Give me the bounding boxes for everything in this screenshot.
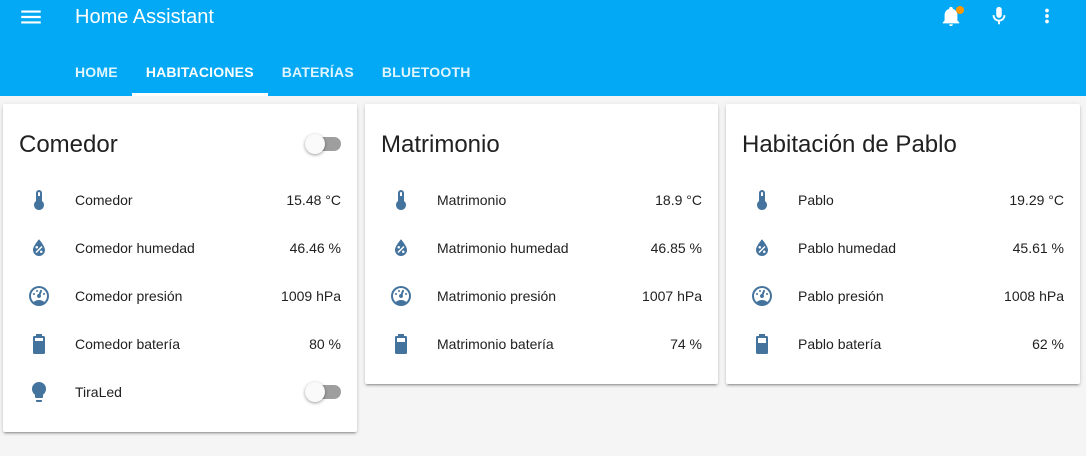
- notification-dot: [956, 6, 964, 14]
- entity-value: 74 %: [670, 336, 702, 352]
- thermometer-icon: [389, 188, 413, 212]
- entity-name: Comedor batería: [75, 336, 181, 352]
- battery-icon: [389, 332, 413, 356]
- entity-value: 19.29 °C: [1009, 192, 1064, 208]
- entity-row[interactable]: Matrimonio batería 74 %: [365, 324, 718, 364]
- entity-row[interactable]: Comedor batería 80 %: [3, 324, 357, 364]
- card-title: Matrimonio: [381, 131, 500, 158]
- app-toolbar: Home Assistant HOME HABITACIONES BATERÍA…: [0, 0, 1086, 96]
- entity-row[interactable]: TiraLed: [3, 372, 357, 412]
- battery-icon: [27, 332, 51, 356]
- entity-name: TiraLed: [75, 384, 122, 400]
- water-percent-icon: [27, 236, 51, 260]
- lightbulb-icon: [27, 380, 51, 404]
- card-matrimonio: Matrimonio Matrimonio 18.9 °C Matrimonio…: [365, 104, 718, 384]
- menu-icon[interactable]: [18, 4, 44, 30]
- entity-row[interactable]: Pablo humedad 45.61 %: [726, 228, 1080, 268]
- entity-row[interactable]: Matrimonio humedad 46.85 %: [365, 228, 718, 268]
- entity-value: 1008 hPa: [1004, 288, 1064, 304]
- entity-value: 46.46 %: [289, 240, 341, 256]
- card-habitacion-pablo: Habitación de Pablo Pablo 19.29 °C Pablo…: [726, 104, 1080, 384]
- water-percent-icon: [750, 236, 774, 260]
- gauge-icon: [27, 284, 51, 308]
- thermometer-icon: [27, 188, 51, 212]
- water-percent-icon: [389, 236, 413, 260]
- entity-name: Matrimonio: [437, 192, 507, 208]
- entity-value: 18.9 °C: [655, 192, 702, 208]
- entity-name: Comedor humedad: [75, 240, 195, 256]
- entity-name: Matrimonio batería: [437, 336, 554, 352]
- entity-value: 62 %: [1032, 336, 1064, 352]
- entity-name: Pablo: [798, 192, 834, 208]
- entity-name: Pablo presión: [798, 288, 884, 304]
- entity-row[interactable]: Matrimonio 18.9 °C: [365, 180, 718, 220]
- thermometer-icon: [750, 188, 774, 212]
- bell-icon[interactable]: [940, 4, 964, 28]
- entity-row[interactable]: Comedor humedad 46.46 %: [3, 228, 357, 268]
- gauge-icon: [389, 284, 413, 308]
- entity-row[interactable]: Comedor presión 1009 hPa: [3, 276, 357, 316]
- entity-value: 46.85 %: [650, 240, 702, 256]
- entity-name: Matrimonio humedad: [437, 240, 569, 256]
- entity-value: 1009 hPa: [281, 288, 341, 304]
- card-title: Habitación de Pablo: [742, 131, 957, 158]
- tab-habitaciones[interactable]: HABITACIONES: [131, 52, 268, 96]
- entity-row[interactable]: Pablo batería 62 %: [726, 324, 1080, 364]
- gauge-icon: [750, 284, 774, 308]
- app-title: Home Assistant: [75, 6, 214, 28]
- battery-icon: [750, 332, 774, 356]
- tab-home[interactable]: HOME: [61, 52, 132, 96]
- entity-row[interactable]: Pablo presión 1008 hPa: [726, 276, 1080, 316]
- entity-value: 1007 hPa: [642, 288, 702, 304]
- entity-row[interactable]: Pablo 19.29 °C: [726, 180, 1080, 220]
- card-title: Comedor: [19, 131, 118, 158]
- tab-bluetooth[interactable]: BLUETOOTH: [368, 52, 485, 96]
- view-tabs: HOME HABITACIONES BATERÍAS BLUETOOTH: [61, 52, 485, 96]
- entity-value: 15.48 °C: [286, 192, 341, 208]
- tab-baterias[interactable]: BATERÍAS: [268, 52, 368, 96]
- more-vertical-icon[interactable]: [1036, 4, 1058, 28]
- entity-name: Pablo batería: [798, 336, 882, 352]
- entity-row[interactable]: Matrimonio presión 1007 hPa: [365, 276, 718, 316]
- toolbar-actions: [940, 4, 1058, 28]
- entity-name: Pablo humedad: [798, 240, 897, 256]
- card-comedor: Comedor Comedor 15.48 °C Comedor humedad…: [3, 104, 357, 432]
- entity-value: 80 %: [309, 336, 341, 352]
- entity-name: Comedor: [75, 192, 133, 208]
- header-toggle[interactable]: [305, 134, 341, 154]
- entity-row[interactable]: Comedor 15.48 °C: [3, 180, 357, 220]
- entity-name: Comedor presión: [75, 288, 183, 304]
- entity-value: 45.61 %: [1012, 240, 1064, 256]
- tiraled-toggle[interactable]: [305, 382, 341, 402]
- microphone-icon[interactable]: [988, 4, 1010, 28]
- entity-name: Matrimonio presión: [437, 288, 557, 304]
